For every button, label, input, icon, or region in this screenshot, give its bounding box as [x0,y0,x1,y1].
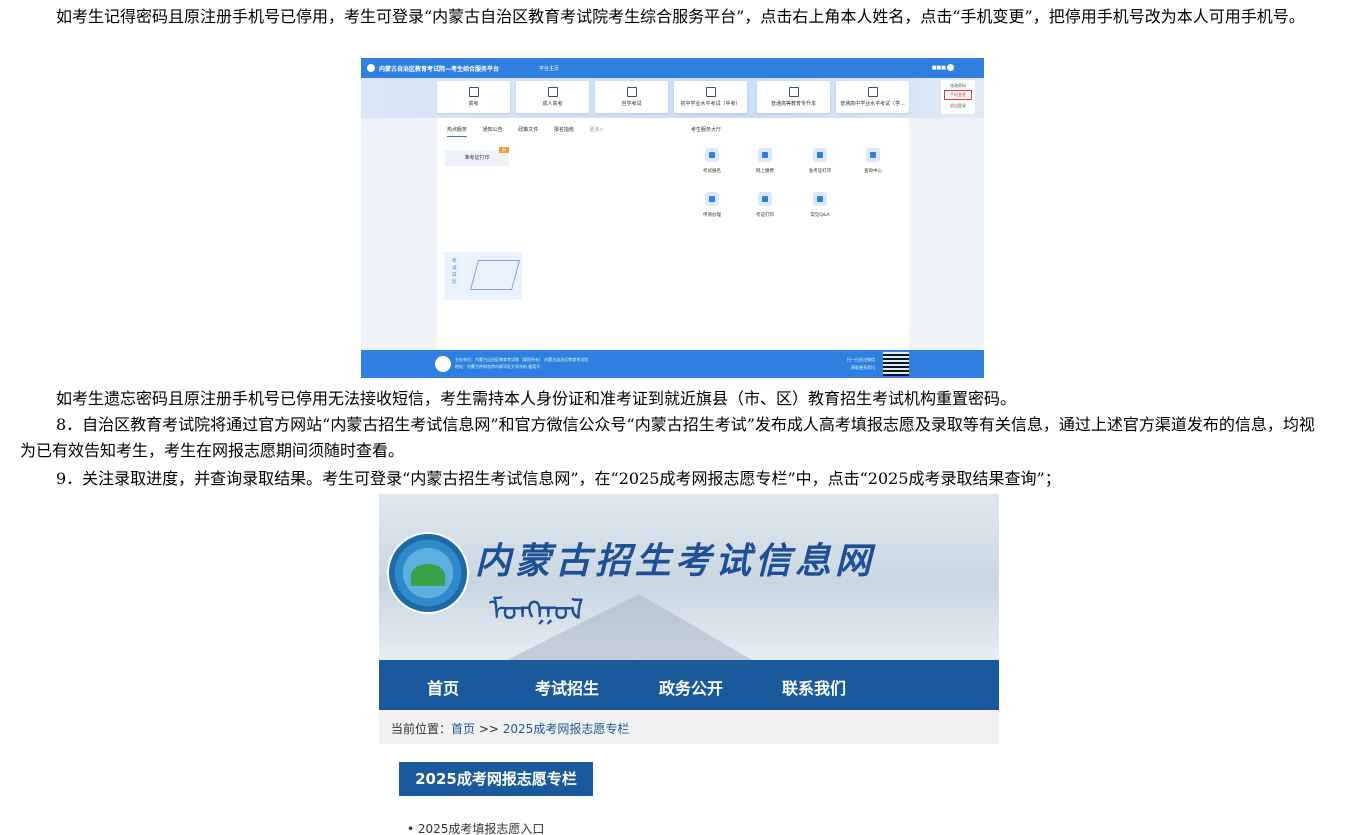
service-register[interactable]: 考试报名 [692,148,732,174]
card-self-study[interactable]: 自学考试 [595,81,668,113]
faq-icon [813,192,827,206]
breadcrumb: 当前位置：首页 >> 2025成考网报志愿专栏 [379,710,999,744]
document-icon [866,148,880,162]
card-zhuanshengben[interactable]: 普通高等教育专升本 [757,81,830,113]
platform-topbar: 内蒙古自治区教育考试院—考生综合服务平台 平台主页 ■■■ [361,58,984,78]
card-zhongkao[interactable]: 初中学业水平考试（中考） [674,81,747,113]
menu-change-phone[interactable]: 手机变更 [944,90,972,100]
platform-title: 内蒙古自治区教育考试院—考生综合服务平台 [379,66,500,73]
breadcrumb-current[interactable]: 2025成考网报志愿专栏 [503,722,630,736]
exam-icon [626,87,637,97]
footer-qr-sublabel: 获取更多资讯 [851,365,875,370]
site-banner: 内蒙古招生考试信息网 ᠮᠣᠩᠭᠣᠯ [379,494,999,664]
exam-icon [705,87,716,97]
ticket-print-item[interactable]: 准考证打印 新 [445,147,509,166]
nav-contact[interactable]: 联系我们 [782,675,846,699]
admission-site-screenshot: 内蒙古招生考试信息网 ᠮᠣᠩᠭᠣᠯ 首页 考试招生 政务公开 联系我们 当前位置… [379,494,999,835]
card-adult-exam[interactable]: 成人高考 [516,81,589,113]
service-hall-title: 考生服务大厅 [691,127,722,133]
tab-guide[interactable]: 报名指南 [554,127,574,133]
footer-qr-label: 扫一扫关注微信 [847,357,875,362]
service-ticket[interactable]: 准考证打印 [800,148,840,174]
site-emblem-icon [387,532,469,614]
column-title: 2025成考网报志愿专栏 [399,762,593,796]
tab-more[interactable]: 更多> [589,127,603,133]
home-link[interactable]: 平台主页 [539,65,559,72]
nav-home[interactable]: 首页 [427,675,459,699]
tab-hot-services[interactable]: 热点服务 [447,127,468,137]
paragraph-phone-change: 如考生记得密码且原注册手机号已停用，考生可登录“内蒙古自治区教育考试院考生综合服… [56,7,1305,26]
breadcrumb-label: 当前位置： [391,722,452,736]
list-item[interactable]: • 2025成考填报志愿入口 [407,820,544,835]
user-name[interactable]: ■■■ [932,65,946,71]
service-apply[interactable]: 申请办理 [692,192,732,218]
apply-icon [705,192,719,206]
service-tabs: 热点服务 通知公告 政策文件 报名指南 更多> [447,126,618,137]
breadcrumb-home[interactable]: 首页 [451,722,475,736]
card-xueye[interactable]: 普通高中学业水平考试（学... [836,81,909,113]
register-icon [705,148,719,162]
nav-government-affairs[interactable]: 政务公开 [659,675,723,699]
ticket-print-label: 准考证打印 [464,155,490,161]
site-nav: 首页 考试招生 政务公开 联系我们 [379,660,999,710]
exam-calendar-illustration[interactable]: 考试日历 [444,252,522,300]
qr-code-icon [883,352,909,376]
exam-icon [788,87,799,97]
printer-icon [813,148,827,162]
tab-policies[interactable]: 政策文件 [518,127,538,133]
column-panel: 2025成考网报志愿专栏 • 2025成考填报志愿入口 [379,744,999,835]
footer-logo-icon [435,356,451,372]
nav-exam-admission[interactable]: 考试招生 [535,675,599,699]
platform-screenshot: 内蒙古自治区教育考试院—考生综合服务平台 平台主页 ■■■ 高考 成人高考 自学… [361,58,984,378]
card-gaokao[interactable]: 高考 [437,81,510,113]
service-faq[interactable]: 常见Q&A [800,192,840,218]
platform-logo-icon [367,64,375,72]
exam-icon [547,87,558,97]
exam-calendar-label: 考试日历 [452,259,457,285]
platform-footer: 主办单位：内蒙古自治区教育考试院（版权所有） 内蒙古自治区教育考试院 地址：内蒙… [361,350,984,378]
footer-sponsor: 主办单位：内蒙古自治区教育考试院（版权所有） 内蒙古自治区教育考试院 [455,357,589,362]
site-name-mongolian: ᠮᠣᠩᠭᠣᠯ [489,593,584,628]
service-cert-print[interactable]: 考证打印 [745,192,785,218]
menu-logout[interactable]: 退出登录 [941,102,975,110]
footer-address: 地址：内蒙古呼和浩特市赛罕区大学东街 备案号 [455,364,541,369]
user-dropdown-menu: 修改密码 手机变更 退出登录 [941,80,975,114]
paragraph-item-9: 9．关注录取进度，并查询录取结果。考生可登录“内蒙古招生考试信息网”，在“202… [56,469,1061,488]
new-badge: 新 [499,147,509,153]
cert-icon [758,192,772,206]
user-avatar-icon[interactable] [947,64,954,71]
paragraph-forgot-password: 如考生遗忘密码且原注册手机号已停用无法接收短信，考生需持本人身份证和准考证到就近… [56,389,1017,408]
exam-icon [867,87,878,97]
service-payment[interactable]: 网上缴费 [745,148,785,174]
platform-main: 热点服务 通知公告 政策文件 报名指南 更多> 考生服务大厅 准考证打印 新 考… [437,118,909,350]
exam-icon [468,87,479,97]
service-query[interactable]: 查询中心 [853,148,893,174]
tab-notices[interactable]: 通知公告 [483,127,503,133]
menu-change-password[interactable]: 修改密码 [941,82,975,90]
paragraph-item-8: 8．自治区教育考试院将通过官方网站“内蒙古招生考试信息网”和官方微信公众号“内蒙… [20,415,1315,460]
breadcrumb-separator: >> [475,722,503,736]
payment-icon [758,148,772,162]
calendar-graphic [469,260,521,290]
